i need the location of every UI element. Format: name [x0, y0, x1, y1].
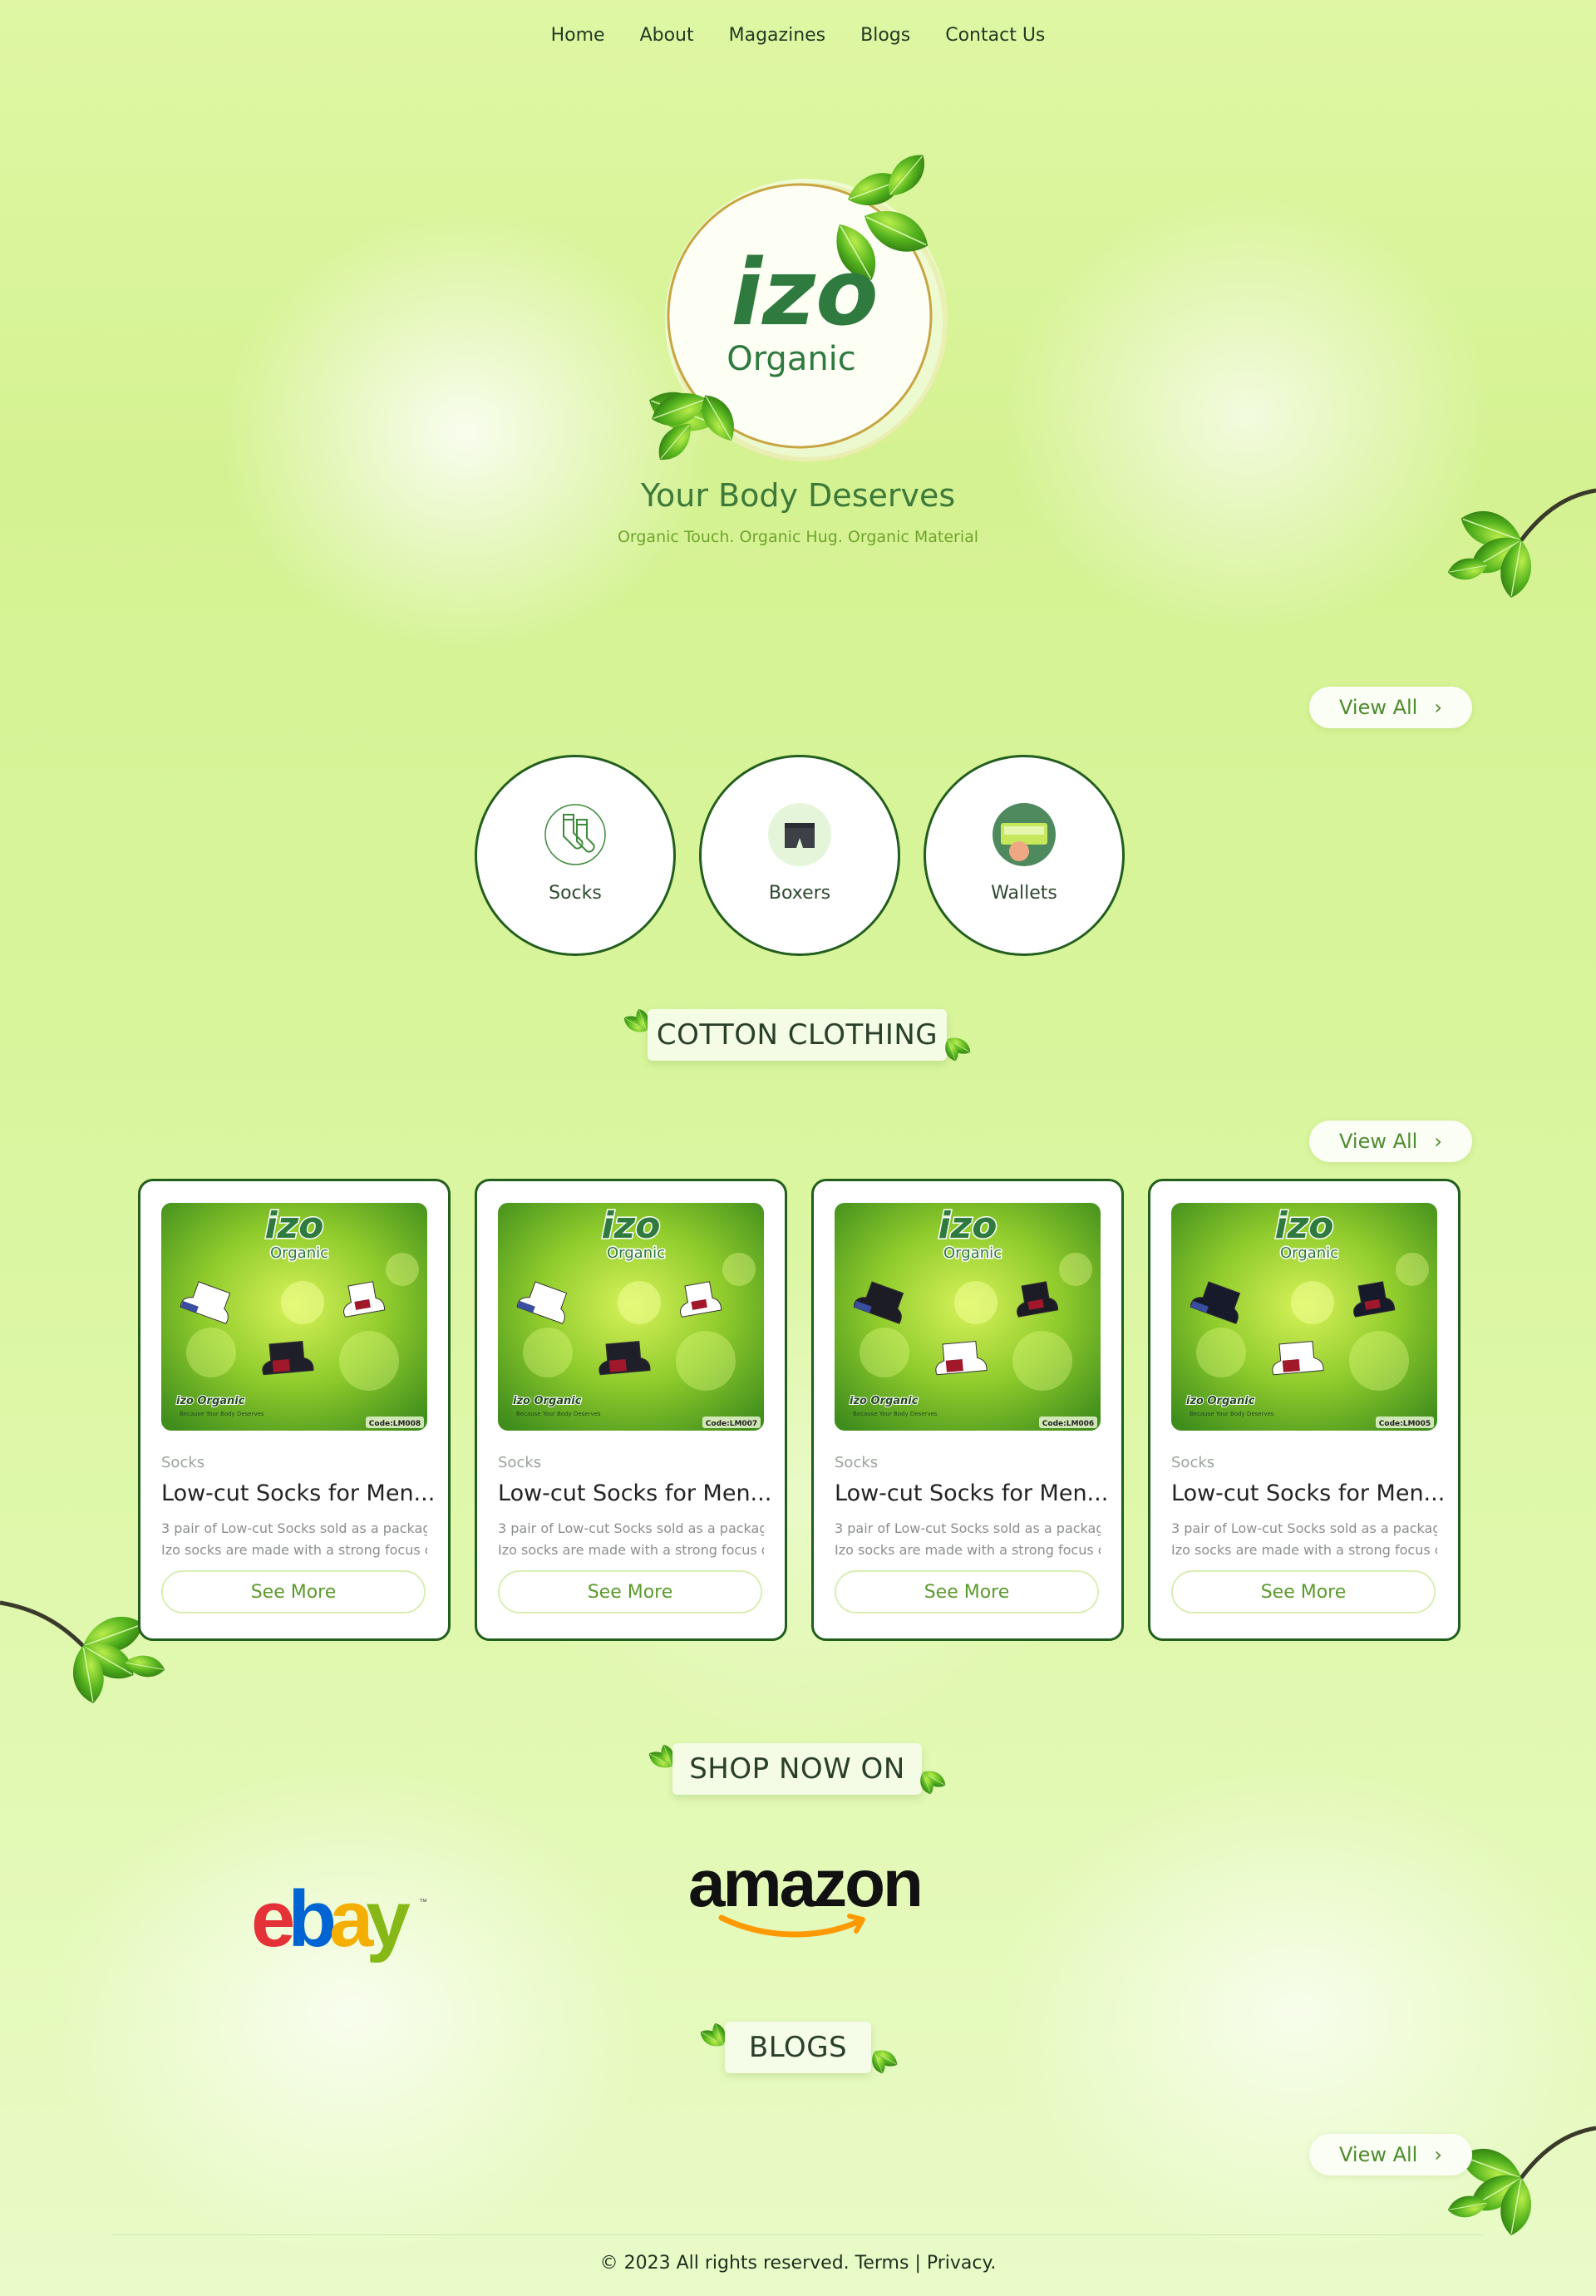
- product-description: 3 pair of Low-cut Socks sold as a packag…: [835, 1518, 1101, 1561]
- product-category: Socks: [498, 1454, 542, 1471]
- nav-blogs[interactable]: Blogs: [860, 25, 910, 46]
- svg-text:™: ™: [419, 1898, 427, 1907]
- product-desc-line: Izo socks are made with a strong focus o…: [1171, 1542, 1437, 1558]
- category-boxers[interactable]: Boxers: [699, 755, 900, 956]
- product-desc-line: 3 pair of Low-cut Socks sold as a packag…: [498, 1520, 764, 1536]
- ebay-logo[interactable]: ebay ™: [249, 1875, 432, 1966]
- image-footer-brand: izo Organic: [513, 1395, 582, 1407]
- category-socks[interactable]: Socks: [475, 755, 676, 956]
- amazon-logo[interactable]: amazon: [687, 1846, 924, 1941]
- view-all-categories-button[interactable]: View All ›: [1309, 687, 1472, 728]
- product-category: Socks: [161, 1454, 205, 1471]
- category-wallets[interactable]: Wallets: [924, 755, 1125, 956]
- section-heading-shop: SHOP NOW ON: [672, 1743, 922, 1795]
- image-brand: izo: [938, 1205, 998, 1247]
- product-description: 3 pair of Low-cut Socks sold as a packag…: [1171, 1518, 1437, 1561]
- image-brand: izo: [602, 1205, 661, 1247]
- product-category: Socks: [835, 1454, 879, 1471]
- chevron-right-icon: ›: [1434, 696, 1442, 719]
- product-title[interactable]: Low-cut Socks for Men...: [1171, 1481, 1445, 1506]
- brand-logo: izo Organic: [615, 145, 989, 482]
- product-image: izo Organic izo Organic Because Your Bod…: [835, 1203, 1101, 1431]
- product-description: 3 pair of Low-cut Socks sold as a packag…: [161, 1518, 427, 1561]
- footer-terms-link[interactable]: Terms: [855, 2253, 909, 2274]
- image-sub: Organic: [943, 1244, 1002, 1262]
- image-sub: Organic: [1280, 1244, 1338, 1262]
- footer: © 2023 All rights reserved. Terms | Priv…: [0, 2253, 1596, 2274]
- image-slogan: Because Your Body Deserves: [853, 1411, 938, 1417]
- svg-text:ebay: ebay: [251, 1875, 410, 1963]
- nav-magazines[interactable]: Magazines: [729, 25, 826, 46]
- leaf-decor: [941, 1032, 974, 1064]
- logo-organic: Organic: [727, 340, 856, 378]
- product-image: izo Organic izo Organic Because Your Bod…: [498, 1203, 764, 1431]
- nav-contact[interactable]: Contact Us: [945, 25, 1045, 46]
- logo-izo: izo: [731, 239, 878, 346]
- image-brand: izo: [1275, 1205, 1334, 1247]
- image-footer-brand: izo Organic: [850, 1395, 919, 1407]
- chevron-right-icon: ›: [1434, 2143, 1442, 2166]
- view-all-label: View All: [1339, 1130, 1418, 1153]
- product-code: Code:LM007: [706, 1420, 757, 1428]
- nav-home[interactable]: Home: [551, 25, 605, 46]
- boxers-icon: [768, 803, 831, 866]
- footer-copyright: © 2023 All rights reserved.: [599, 2253, 850, 2274]
- product-code: Code:LM005: [1379, 1420, 1431, 1428]
- view-all-products-button[interactable]: View All ›: [1309, 1121, 1472, 1162]
- image-slogan: Because Your Body Deserves: [180, 1411, 264, 1417]
- product-title[interactable]: Low-cut Socks for Men...: [835, 1481, 1108, 1506]
- image-sub: Organic: [270, 1244, 328, 1262]
- product-code: Code:LM008: [369, 1420, 421, 1428]
- footer-separator: |: [914, 2253, 921, 2274]
- view-all-blogs-button[interactable]: View All ›: [1309, 2134, 1472, 2175]
- product-description: 3 pair of Low-cut Socks sold as a packag…: [498, 1518, 764, 1561]
- amazon-wordmark: amazon: [688, 1850, 919, 1920]
- wallet-icon: [993, 803, 1056, 866]
- product-title[interactable]: Low-cut Socks for Men...: [161, 1481, 435, 1506]
- product-image: izo Organic izo Organic Because Your Bod…: [1171, 1203, 1437, 1431]
- product-card[interactable]: izo Organic izo Organic Because Your Bod…: [475, 1179, 787, 1641]
- product-title[interactable]: Low-cut Socks for Men...: [498, 1481, 771, 1506]
- product-desc-line: 3 pair of Low-cut Socks sold as a packag…: [161, 1520, 427, 1536]
- nav-about[interactable]: About: [640, 25, 694, 46]
- section-heading-cotton: COTTON CLOTHING: [648, 1009, 947, 1061]
- image-footer-brand: izo Organic: [1186, 1395, 1255, 1407]
- product-desc-line: Izo socks are made with a strong focus o…: [498, 1542, 764, 1558]
- image-sub: Organic: [607, 1244, 665, 1262]
- see-more-button[interactable]: See More: [835, 1570, 1099, 1614]
- footer-privacy-link[interactable]: Privacy.: [927, 2253, 997, 2274]
- socks-icon: [544, 803, 607, 866]
- leaf-decor: [916, 1766, 949, 1797]
- product-desc-line: 3 pair of Low-cut Socks sold as a packag…: [835, 1520, 1101, 1536]
- category-label: Wallets: [991, 883, 1057, 904]
- see-more-button[interactable]: See More: [161, 1570, 426, 1614]
- footer-divider: [112, 2234, 1484, 2235]
- product-desc-line: Izo socks are made with a strong focus o…: [835, 1542, 1101, 1558]
- image-brand: izo: [265, 1205, 324, 1247]
- section-heading-blogs: BLOGS: [725, 2022, 871, 2073]
- hero-tagline: Your Body Deserves: [640, 477, 956, 514]
- product-desc-line: Izo socks are made with a strong focus o…: [161, 1542, 427, 1558]
- image-slogan: Because Your Body Deserves: [516, 1411, 601, 1417]
- hero-subtagline: Organic Touch. Organic Hug. Organic Mate…: [617, 528, 979, 546]
- product-card[interactable]: izo Organic izo Organic Because Your Bod…: [1148, 1179, 1461, 1641]
- chevron-right-icon: ›: [1434, 1130, 1442, 1153]
- product-desc-line: 3 pair of Low-cut Socks sold as a packag…: [1171, 1520, 1437, 1536]
- product-code: Code:LM006: [1042, 1420, 1094, 1428]
- product-category: Socks: [1171, 1454, 1215, 1471]
- image-slogan: Because Your Body Deserves: [1190, 1411, 1274, 1417]
- product-image: izo Organic izo Organic Because Your Bod…: [161, 1203, 427, 1431]
- view-all-label: View All: [1339, 2143, 1418, 2166]
- category-label: Socks: [549, 883, 602, 904]
- product-card[interactable]: izo Organic izo Organic Because Your Bod…: [138, 1179, 451, 1641]
- top-nav: Home About Magazines Blogs Contact Us: [0, 25, 1596, 46]
- see-more-button[interactable]: See More: [1171, 1570, 1436, 1614]
- leaf-decor: [868, 2045, 901, 2077]
- product-card[interactable]: izo Organic izo Organic Because Your Bod…: [811, 1179, 1124, 1641]
- category-label: Boxers: [768, 883, 831, 904]
- image-footer-brand: izo Organic: [176, 1395, 245, 1407]
- branch-decor-top-right: [1446, 488, 1596, 599]
- see-more-button[interactable]: See More: [498, 1570, 762, 1614]
- view-all-label: View All: [1339, 696, 1418, 719]
